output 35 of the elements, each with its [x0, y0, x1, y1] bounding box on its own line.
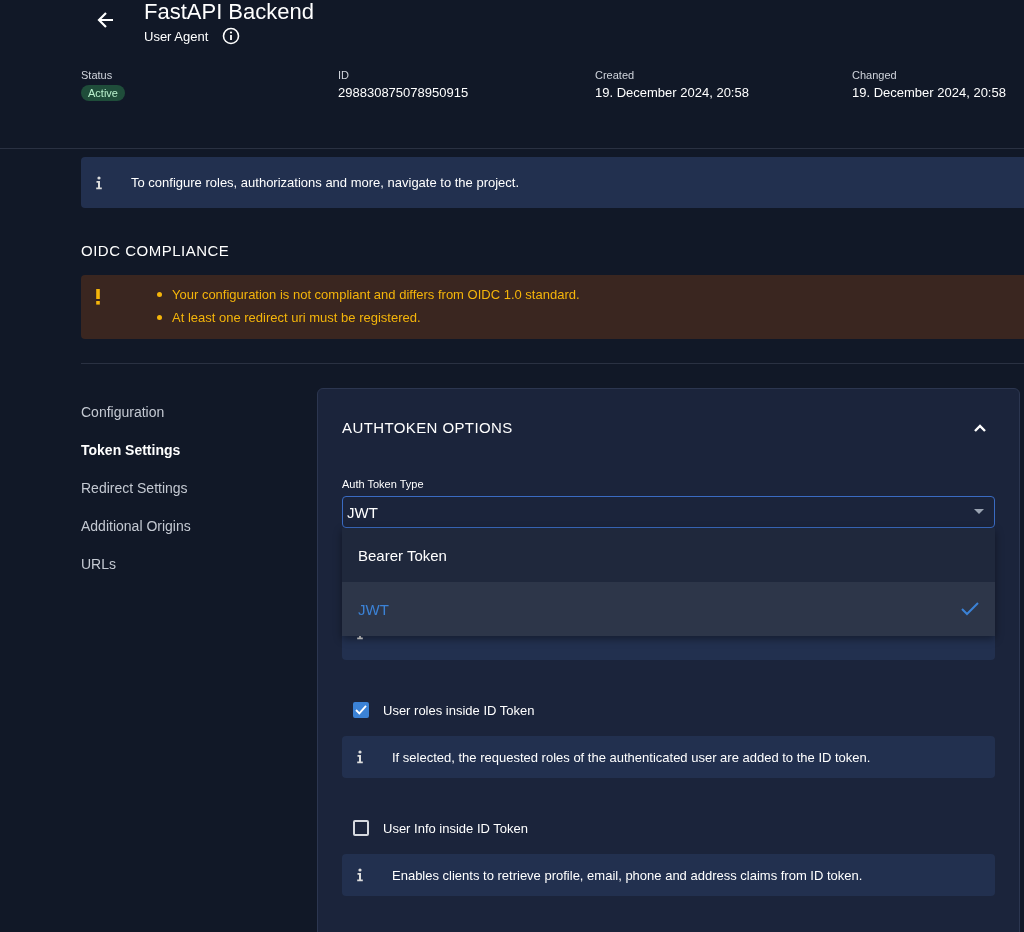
info-text: To configure roles, authorizations and more, navigate to the project. — [131, 175, 520, 190]
status-badge: Active — [81, 85, 125, 101]
hint-text: Enables clients to retrieve profile, email, phone and address claims from ID token. — [392, 867, 863, 883]
select-field[interactable]: JWT — [342, 496, 995, 528]
detail-value: 19. December 2024, 20:58 — [595, 85, 749, 100]
warning-text: Your configuration is not compliant and differs from OIDC 1.0 standard. — [172, 287, 580, 302]
checkbox-label: User Info inside ID Token — [383, 820, 528, 836]
nav-link[interactable]: Configuration — [81, 404, 317, 420]
exclamation-icon — [95, 289, 101, 305]
hint-text: If selected, the requested roles of the authenticated user are added to the ID token. — [392, 749, 871, 765]
warning-text: At least one redirect uri must be registered. — [172, 310, 421, 325]
dropdown-option[interactable]: Bearer Token — [342, 528, 995, 582]
chevron-icon[interactable] — [973, 422, 987, 433]
back-arrow-icon[interactable] — [96, 10, 116, 30]
page-title: FastAPI Backend — [144, 0, 314, 24]
detail-label: ID — [338, 69, 349, 81]
bullet-icon — [157, 292, 162, 297]
detail-label: Status — [81, 69, 113, 81]
bullet-icon — [157, 315, 162, 320]
section-heading: OIDC COMPLIANCE — [81, 242, 231, 259]
nav-link[interactable]: Token Settings — [81, 442, 317, 458]
dropdown-caret-icon — [974, 509, 984, 515]
nav-link[interactable]: Additional Origins — [81, 518, 317, 534]
checkmark-icon — [961, 602, 979, 616]
field-label: Auth Token Type — [342, 478, 425, 490]
detail-label: Changed — [852, 69, 897, 81]
detail-value: 19. December 2024, 20:58 — [852, 85, 1006, 100]
detail-label: Created — [595, 69, 635, 81]
detail-value: 298830875078950915 — [338, 85, 469, 100]
checkbox-label: User roles inside ID Token — [383, 702, 535, 718]
card-title: AUTHTOKEN OPTIONS — [342, 419, 513, 436]
app-type-label: User Agent — [144, 28, 209, 44]
nav-link[interactable]: URLs — [81, 556, 317, 572]
nav-link[interactable]: Redirect Settings — [81, 480, 317, 496]
checkbox[interactable] — [353, 702, 369, 718]
